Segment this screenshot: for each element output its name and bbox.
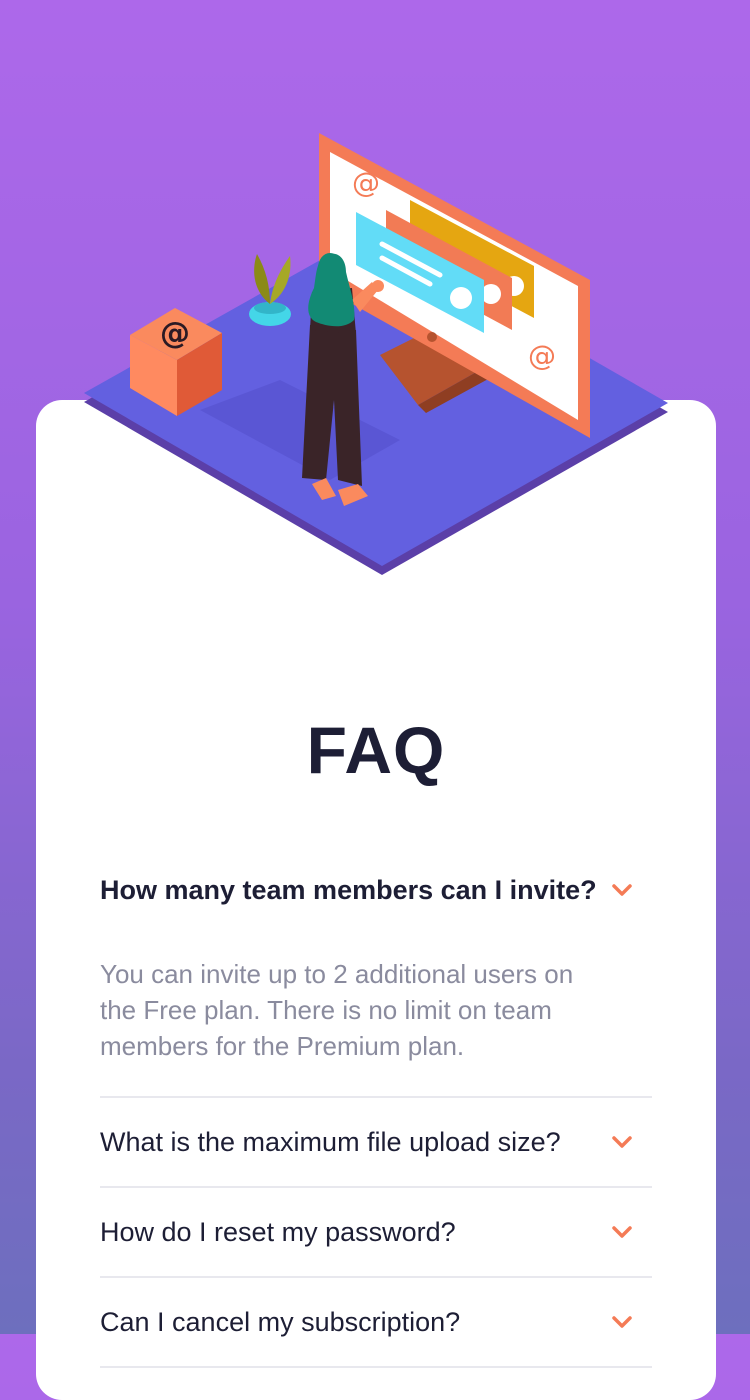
faq-item: How many team members can I invite? You … [100, 850, 652, 1098]
chevron-down-icon [612, 884, 632, 896]
chevron-down-icon [612, 1136, 632, 1148]
faq-list: How many team members can I invite? You … [100, 850, 652, 1368]
faq-question-text: What is the maximum file upload size? [100, 1126, 561, 1157]
at-sign-icon: @ [160, 316, 190, 351]
faq-question-text: How do I reset my password? [100, 1216, 456, 1247]
faq-question-toggle[interactable]: How many team members can I invite? [100, 850, 652, 930]
faq-question-toggle[interactable]: What is the maximum file upload size? [100, 1098, 652, 1186]
faq-question-text: Can I cancel my subscription? [100, 1306, 461, 1337]
page-title: FAQ [306, 713, 446, 787]
woman-online-illustration: @ @ @ [84, 133, 668, 575]
chevron-down-icon [612, 1226, 632, 1238]
faq-question-text: How many team members can I invite? [100, 874, 597, 905]
faq-answer: You can invite up to 2 additional users … [100, 959, 574, 1061]
at-sign-icon: @ [352, 166, 380, 199]
faq-question-toggle[interactable]: How do I reset my password? [100, 1188, 652, 1276]
faq-item: How do I reset my password? [100, 1188, 652, 1278]
faq-item: Can I cancel my subscription? [100, 1278, 652, 1368]
faq-question-toggle[interactable]: Can I cancel my subscription? [100, 1278, 652, 1366]
chevron-down-icon [612, 1316, 632, 1328]
at-sign-icon: @ [528, 339, 556, 372]
faq-item: What is the maximum file upload size? [100, 1098, 652, 1188]
